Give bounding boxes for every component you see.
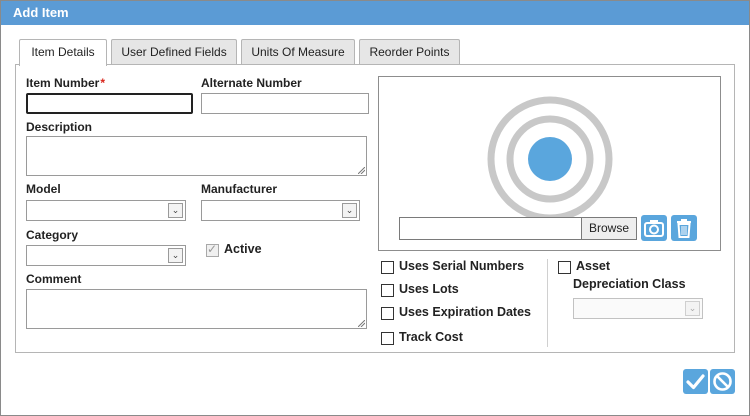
checkmark-icon [686, 374, 705, 390]
depreciation-class-select[interactable]: ⌄ [573, 298, 703, 319]
tab-units-of-measure[interactable]: Units Of Measure [241, 39, 355, 65]
depreciation-class-label: Depreciation Class [573, 277, 686, 291]
track-cost-label: Track Cost [399, 330, 463, 344]
delete-image-button[interactable] [671, 215, 697, 241]
uses-expiration-dates-checkbox[interactable] [381, 307, 394, 320]
chevron-down-icon[interactable]: ⌄ [685, 301, 700, 316]
camera-button[interactable] [641, 215, 667, 241]
uses-serial-numbers-label: Uses Serial Numbers [399, 259, 525, 273]
model-label: Model [26, 182, 61, 196]
options-divider [547, 259, 548, 347]
asset-label: Asset [576, 259, 611, 273]
active-checkbox[interactable]: ✓ [206, 242, 219, 257]
alternate-number-label: Alternate Number [201, 76, 302, 90]
track-cost-checkbox[interactable] [381, 332, 394, 345]
tab-user-defined-fields[interactable]: User Defined Fields [111, 39, 237, 65]
model-select[interactable]: ⌄ [26, 200, 186, 221]
category-label: Category [26, 228, 79, 242]
cancel-button[interactable] [710, 369, 735, 394]
item-number-input[interactable] [26, 93, 193, 114]
chevron-down-icon[interactable]: ⌄ [168, 248, 183, 263]
uses-serial-numbers-checkbox[interactable] [381, 261, 394, 274]
active-label: Active [224, 242, 262, 256]
description-label: Description [26, 120, 93, 134]
comment-textarea[interactable] [26, 289, 367, 329]
target-placeholder-icon [487, 96, 613, 222]
chevron-down-icon[interactable]: ⌄ [168, 203, 183, 218]
resize-grip-icon[interactable] [358, 320, 365, 327]
resize-grip-icon[interactable] [358, 167, 365, 174]
dialog-title: Add Item [1, 1, 749, 25]
cancel-icon [713, 372, 732, 391]
manufacturer-label: Manufacturer [201, 182, 278, 196]
ok-button[interactable] [683, 369, 708, 394]
item-number-label: Item Number* [26, 76, 106, 90]
chevron-down-icon[interactable]: ⌄ [342, 203, 357, 218]
uses-expiration-dates-label: Uses Expiration Dates [399, 305, 531, 319]
asset-checkbox[interactable] [558, 261, 571, 274]
trash-icon [677, 219, 691, 238]
camera-icon [644, 220, 664, 237]
tab-item-details[interactable]: Item Details [19, 39, 107, 66]
uses-lots-label: Uses Lots [399, 282, 459, 296]
browse-button[interactable]: Browse [581, 217, 637, 240]
checkmark-icon: ✓ [207, 242, 218, 256]
alternate-number-input[interactable] [201, 93, 369, 114]
tab-reorder-points[interactable]: Reorder Points [359, 39, 460, 65]
comment-label: Comment [26, 272, 82, 286]
add-item-dialog: Add Item Item Details User Defined Field… [0, 0, 750, 416]
manufacturer-select[interactable]: ⌄ [201, 200, 360, 221]
category-select[interactable]: ⌄ [26, 245, 186, 266]
description-textarea[interactable] [26, 136, 367, 176]
uses-lots-checkbox[interactable] [381, 284, 394, 297]
required-marker: * [100, 76, 106, 90]
